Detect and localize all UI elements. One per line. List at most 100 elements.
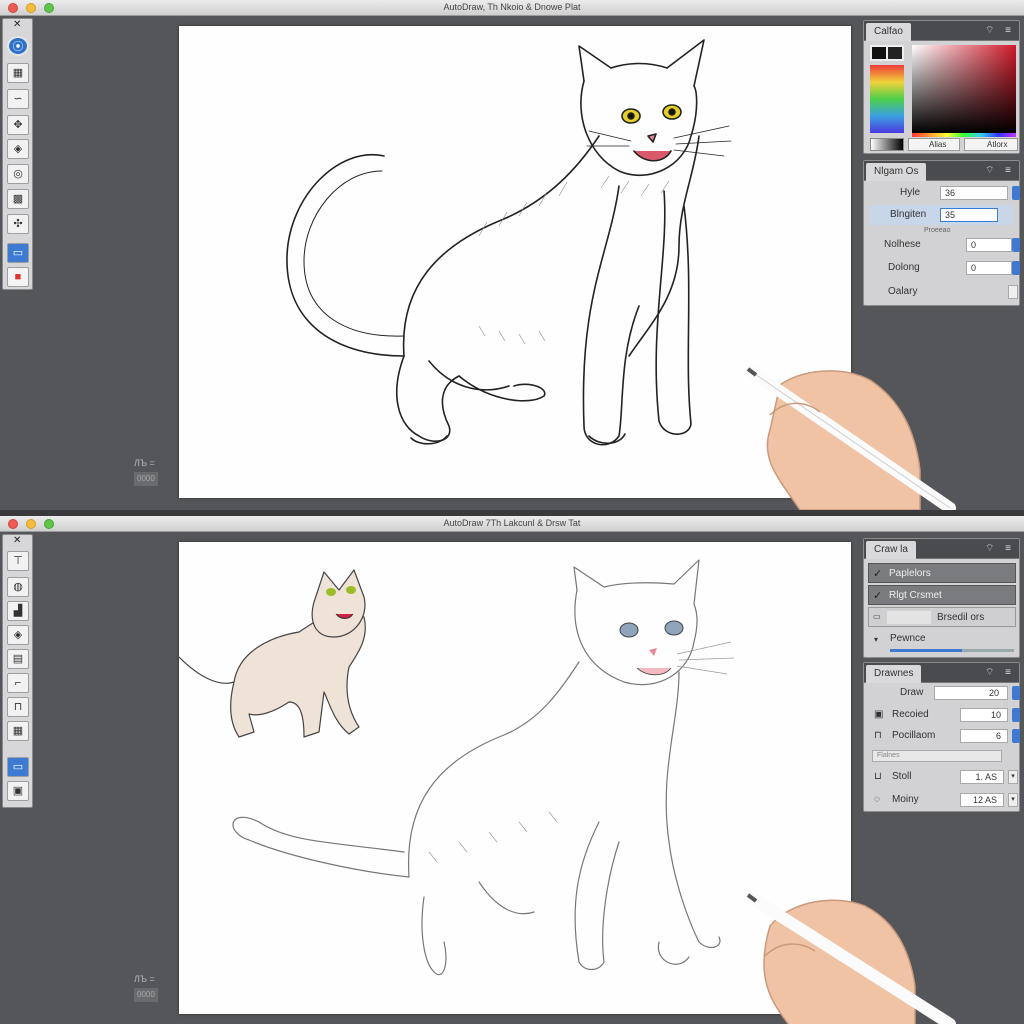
pen-tool-icon[interactable]: ⊤ <box>7 551 29 571</box>
transform-tool-icon[interactable]: ✣ <box>7 214 29 234</box>
gray-ramp[interactable] <box>870 138 904 151</box>
bucket-tool-icon[interactable]: ◍ <box>7 577 29 597</box>
cursor-readout: ЛЪ = 0000 <box>134 972 158 1002</box>
tab-layers[interactable]: Craw la <box>866 541 916 559</box>
drawing-row: ⊓ Pocillaom 6 <box>870 726 1020 746</box>
readout-box: 0000 <box>134 472 158 486</box>
drawing-field[interactable]: 1. AS <box>960 770 1004 784</box>
property-stepper[interactable] <box>1012 238 1020 252</box>
shape-tool-icon[interactable]: ◎ <box>7 164 29 184</box>
readout-label: ЛЪ = <box>134 458 155 468</box>
hue-strip[interactable] <box>870 65 904 133</box>
drawing-row: ⊔ Stoll 1. AS ▾ <box>870 767 1018 787</box>
property-row: Hyle 36 <box>870 183 1020 203</box>
drawing-stepper[interactable] <box>1012 686 1020 700</box>
fill-tool-icon[interactable]: ◈ <box>7 139 29 159</box>
property-dropdown[interactable] <box>1008 285 1018 299</box>
select-tool-icon[interactable]: ▦ <box>7 63 29 83</box>
shapes-tool-icon[interactable]: ◈ <box>7 625 29 645</box>
property-field[interactable]: 0 <box>966 238 1012 252</box>
text-tool-icon[interactable]: ▭ <box>7 757 29 777</box>
drawing-field[interactable]: 20 <box>934 686 1008 700</box>
brush-tool-icon[interactable]: ∽ <box>7 89 29 109</box>
property-row: Dolong 0 <box>870 258 1020 278</box>
palette-tool-icon[interactable]: ▣ <box>7 781 29 801</box>
layers-tool-icon[interactable]: ▤ <box>7 649 29 669</box>
panel-options-icon[interactable]: ⌔ ≡ <box>985 666 1015 679</box>
text-tool-icon[interactable]: ▭ <box>7 243 29 263</box>
layer-label: Paplelors <box>889 568 931 579</box>
property-field[interactable]: 35 <box>940 208 998 222</box>
move-tool-icon[interactable]: ✥ <box>7 115 29 135</box>
crop-tool-icon[interactable]: ⌐ <box>7 673 29 693</box>
grid-tool-icon[interactable]: ▦ <box>7 721 29 741</box>
properties-panel-header: Nlgam Os ⌔ ≡ <box>864 161 1019 181</box>
color-panel-header: Calfao ⌔ ≡ <box>864 21 1019 41</box>
tab-drawing[interactable]: Drawnes <box>866 665 922 683</box>
tab-properties[interactable]: Nlgam Os <box>866 163 927 181</box>
tab-color[interactable]: Calfao <box>866 23 911 41</box>
property-row-selected: Blngiten 35 <box>870 205 1013 225</box>
position-icon: ⊓ <box>874 730 882 741</box>
panel-options-icon[interactable]: ⌔ ≡ <box>985 24 1015 37</box>
clone-tool-icon[interactable]: ⊓ <box>7 697 29 717</box>
color-panel: Calfao ⌔ ≡ Alias Atlorx <box>863 20 1020 154</box>
property-field[interactable]: 0 <box>966 261 1012 275</box>
drawing-label: Recoied <box>892 709 929 720</box>
property-field[interactable]: 36 <box>940 186 1008 200</box>
tool-palette: ✕ ⦿ ▦ ∽ ✥ ◈ ◎ ▩ ✣ ▭ ■ <box>2 18 33 290</box>
layer-check-icon[interactable]: ✓ <box>873 589 882 602</box>
spectrum-bar[interactable] <box>912 133 1016 137</box>
property-stepper[interactable] <box>1012 186 1020 200</box>
layer-item[interactable]: ✓ Rlgt Crsmet <box>868 585 1016 605</box>
panel-options-icon[interactable]: ⌔ ≡ <box>985 542 1015 555</box>
property-label: Dolong <box>888 262 920 273</box>
search-field[interactable]: Flalnes <box>872 750 1002 762</box>
title-bar: AutoDraw 7Th Lakcunl & Drsw Tat <box>0 516 1024 532</box>
drawing-dropdown[interactable]: ▾ <box>1008 793 1018 807</box>
autorx-button[interactable]: Atlorx <box>964 138 1018 151</box>
drawing-label: Pocillaom <box>892 730 936 741</box>
background-swatch[interactable] <box>886 45 904 61</box>
disclosure-icon[interactable]: ▾ <box>874 635 878 644</box>
slider-label: Pewnce <box>890 633 926 644</box>
layer-label: Rlgt Crsmet <box>889 590 942 601</box>
layer-item[interactable]: ✓ Paplelors <box>868 563 1016 583</box>
property-hint: Proeeao <box>924 227 951 234</box>
autodraw-tool-icon[interactable]: ⦿ <box>7 36 29 56</box>
property-label: Oalary <box>888 286 918 297</box>
stylus-hand-image <box>746 366 956 510</box>
property-label: Blngiten <box>890 209 927 220</box>
window-title: AutoDraw, Th Nkoio & Dnowe Plat <box>443 2 581 12</box>
property-stepper[interactable] <box>1012 261 1020 275</box>
layer-item[interactable]: ▭ Brsedil ors <box>868 607 1016 627</box>
top-app-window: AutoDraw, Th Nkoio & Dnowe Plat ✕ ⦿ ▦ ∽ … <box>0 0 1024 510</box>
alias-button[interactable]: Alias <box>908 138 960 151</box>
drawing-stepper[interactable] <box>1012 729 1020 743</box>
panel-options-icon[interactable]: ⌔ ≡ <box>985 164 1015 177</box>
drawing-field[interactable]: 10 <box>960 708 1008 722</box>
color-field[interactable] <box>912 45 1016 133</box>
eraser-tool-icon[interactable]: ■ <box>7 267 29 287</box>
tool-palette: ✕ ⊤ ◍ ▟ ◈ ▤ ⌐ ⊓ ▦ ▭ ▣ <box>2 534 33 808</box>
drawing-stepper[interactable] <box>1012 708 1020 722</box>
drawing-row: Draw 20 <box>870 683 1020 703</box>
grid-tool-icon[interactable]: ▩ <box>7 189 29 209</box>
smoothing-icon: ◌ <box>874 794 880 805</box>
opacity-slider[interactable] <box>890 649 1014 652</box>
drawing-dropdown[interactable]: ▾ <box>1008 770 1018 784</box>
layer-thumbnail <box>887 611 931 624</box>
stamp-tool-icon[interactable]: ▟ <box>7 601 29 621</box>
property-label: Nolhese <box>884 239 921 250</box>
layer-check-icon[interactable]: ✓ <box>873 567 882 580</box>
drawing-field[interactable]: 6 <box>960 729 1008 743</box>
palette-close-icon[interactable]: ✕ <box>13 19 21 30</box>
window-title: AutoDraw 7Th Lakcunl & Drsw Tat <box>443 518 581 528</box>
title-bar: AutoDraw, Th Nkoio & Dnowe Plat <box>0 0 1024 16</box>
palette-close-icon[interactable]: ✕ <box>13 535 21 546</box>
drawing-row: ▣ Recoied 10 <box>870 705 1020 725</box>
drawing-label: Stoll <box>892 771 912 782</box>
cursor-readout: ЛЪ = 0000 <box>134 456 158 486</box>
readout-label: ЛЪ = <box>134 974 155 984</box>
drawing-field[interactable]: 12 AS <box>960 793 1004 807</box>
